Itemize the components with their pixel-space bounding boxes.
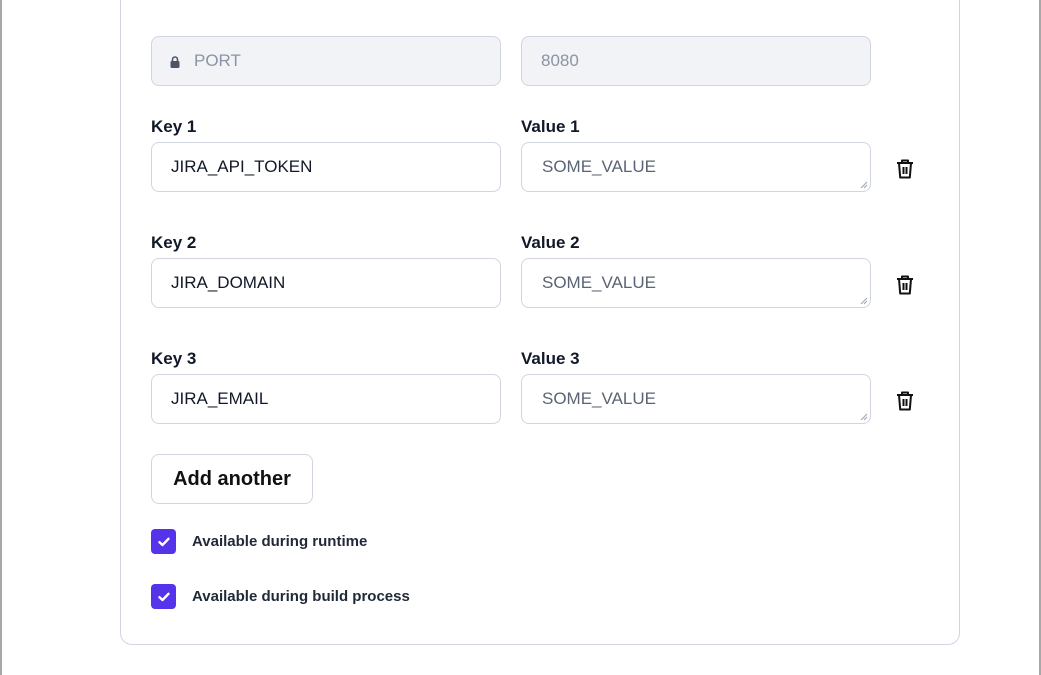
runtime-checkbox-label[interactable]: Available during runtime	[192, 533, 367, 550]
checkmark-icon	[157, 592, 170, 601]
lock-icon	[170, 56, 180, 68]
key-3-label: Key 3	[151, 349, 197, 368]
locked-key-text: PORT	[194, 51, 241, 70]
value-1-label: Value 1	[521, 117, 580, 136]
resize-handle-icon[interactable]	[860, 413, 868, 421]
value-1-textarea[interactable]: SOME_VALUE	[521, 142, 871, 192]
key-1-text: JIRA_API_TOKEN	[171, 157, 313, 176]
key-3-input[interactable]: JIRA_EMAIL	[151, 374, 501, 424]
value-3-label: Value 3	[521, 349, 580, 368]
key-1-input[interactable]: JIRA_API_TOKEN	[151, 142, 501, 192]
key-2-text: JIRA_DOMAIN	[171, 273, 286, 292]
window-edge-left	[0, 0, 2, 675]
value-3-textarea[interactable]: SOME_VALUE	[521, 374, 871, 424]
value-3-text: SOME_VALUE	[542, 389, 657, 408]
runtime-checkbox[interactable]	[151, 529, 176, 554]
value-2-textarea[interactable]: SOME_VALUE	[521, 258, 871, 308]
checkmark-icon	[157, 537, 170, 546]
value-2-text: SOME_VALUE	[542, 273, 657, 292]
locked-key-field: PORT	[151, 36, 501, 86]
trash-icon[interactable]	[895, 158, 915, 180]
key-2-label: Key 2	[151, 233, 197, 252]
key-1-label: Key 1	[151, 117, 197, 136]
locked-value-text: 8080	[541, 51, 579, 70]
key-2-input[interactable]: JIRA_DOMAIN	[151, 258, 501, 308]
resize-handle-icon[interactable]	[860, 297, 868, 305]
resize-handle-icon[interactable]	[860, 181, 868, 189]
trash-icon[interactable]	[895, 390, 915, 412]
trash-icon[interactable]	[895, 274, 915, 296]
build-process-checkbox[interactable]	[151, 584, 176, 609]
build-process-checkbox-label[interactable]: Available during build process	[192, 588, 410, 605]
value-2-label: Value 2	[521, 233, 580, 252]
locked-value-field: 8080	[521, 36, 871, 86]
key-3-text: JIRA_EMAIL	[171, 389, 269, 408]
add-another-button[interactable]: Add another	[151, 454, 313, 504]
value-1-text: SOME_VALUE	[542, 157, 657, 176]
